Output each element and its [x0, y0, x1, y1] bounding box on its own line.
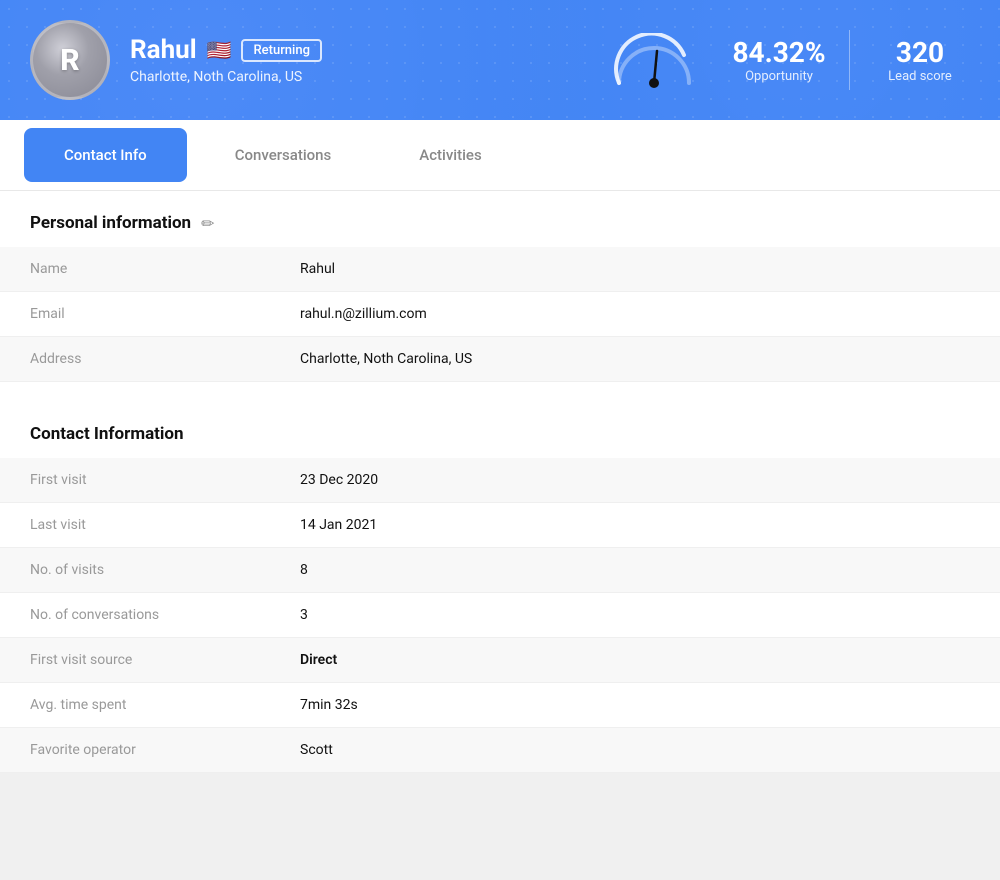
last-visit-value: 14 Jan 2021	[300, 517, 377, 533]
last-visit-label: Last visit	[30, 517, 300, 533]
favorite-operator-value: Scott	[300, 742, 333, 758]
contact-info-section-header: Contact Information	[0, 402, 1000, 458]
avatar-letter: R	[60, 43, 79, 78]
num-visits-row: No. of visits 8	[0, 548, 1000, 593]
contact-location: Charlotte, Noth Carolina, US	[130, 69, 589, 85]
tab-activities[interactable]: Activities	[379, 128, 521, 182]
personal-info-name-row: Name Rahul	[0, 247, 1000, 292]
tabs-container: Contact Info Conversations Activities	[0, 120, 1000, 191]
header: R Rahul 🇺🇸 Returning Charlotte, Noth Car…	[0, 0, 1000, 120]
num-conversations-label: No. of conversations	[30, 607, 300, 623]
name-value: Rahul	[300, 261, 335, 277]
opportunity-stat: 84.32% Opportunity	[729, 36, 829, 84]
edit-icon[interactable]: ✏	[201, 214, 214, 233]
favorite-operator-label: Favorite operator	[30, 742, 300, 758]
avg-time-row: Avg. time spent 7min 32s	[0, 683, 1000, 728]
header-name-row: Rahul 🇺🇸 Returning	[130, 35, 589, 65]
personal-info-section-header: Personal information ✏	[0, 191, 1000, 247]
returning-badge: Returning	[241, 39, 321, 62]
avatar: R	[30, 20, 110, 100]
contact-name: Rahul	[130, 35, 197, 65]
header-info: Rahul 🇺🇸 Returning Charlotte, Noth Carol…	[130, 35, 589, 85]
personal-info-title: Personal information	[30, 213, 191, 233]
name-label: Name	[30, 261, 300, 277]
lead-score-value: 320	[896, 36, 944, 69]
num-visits-label: No. of visits	[30, 562, 300, 578]
num-conversations-value: 3	[300, 607, 308, 623]
num-visits-value: 8	[300, 562, 308, 578]
first-visit-source-value: Direct	[300, 652, 337, 668]
tab-conversations[interactable]: Conversations	[195, 128, 372, 182]
email-label: Email	[30, 306, 300, 322]
first-visit-label: First visit	[30, 472, 300, 488]
flag-icon: 🇺🇸	[207, 38, 232, 62]
tab-contact-info[interactable]: Contact Info	[24, 128, 187, 182]
opportunity-value: 84.32%	[732, 36, 825, 69]
personal-info-rows: Name Rahul Email rahul.n@zillium.com Add…	[0, 247, 1000, 382]
content-area: Personal information ✏ Name Rahul Email …	[0, 191, 1000, 773]
avg-time-value: 7min 32s	[300, 697, 358, 713]
first-visit-row: First visit 23 Dec 2020	[0, 458, 1000, 503]
lead-score-stat: 320 Lead score	[870, 36, 970, 84]
stats-divider	[849, 30, 850, 90]
avg-time-label: Avg. time spent	[30, 697, 300, 713]
gauge-container	[609, 33, 699, 88]
opportunity-label: Opportunity	[745, 69, 813, 84]
personal-info-email-row: Email rahul.n@zillium.com	[0, 292, 1000, 337]
favorite-operator-row: Favorite operator Scott	[0, 728, 1000, 773]
lead-score-label: Lead score	[888, 69, 952, 84]
gauge-svg	[609, 33, 699, 88]
last-visit-row: Last visit 14 Jan 2021	[0, 503, 1000, 548]
contact-info-rows: First visit 23 Dec 2020 Last visit 14 Ja…	[0, 458, 1000, 773]
personal-info-address-row: Address Charlotte, Noth Carolina, US	[0, 337, 1000, 382]
first-visit-source-row: First visit source Direct	[0, 638, 1000, 683]
first-visit-value: 23 Dec 2020	[300, 472, 378, 488]
section-gap-1	[0, 382, 1000, 402]
address-label: Address	[30, 351, 300, 367]
num-conversations-row: No. of conversations 3	[0, 593, 1000, 638]
contact-info-title: Contact Information	[30, 424, 184, 444]
email-value: rahul.n@zillium.com	[300, 306, 427, 322]
address-value: Charlotte, Noth Carolina, US	[300, 351, 472, 367]
first-visit-source-label: First visit source	[30, 652, 300, 668]
